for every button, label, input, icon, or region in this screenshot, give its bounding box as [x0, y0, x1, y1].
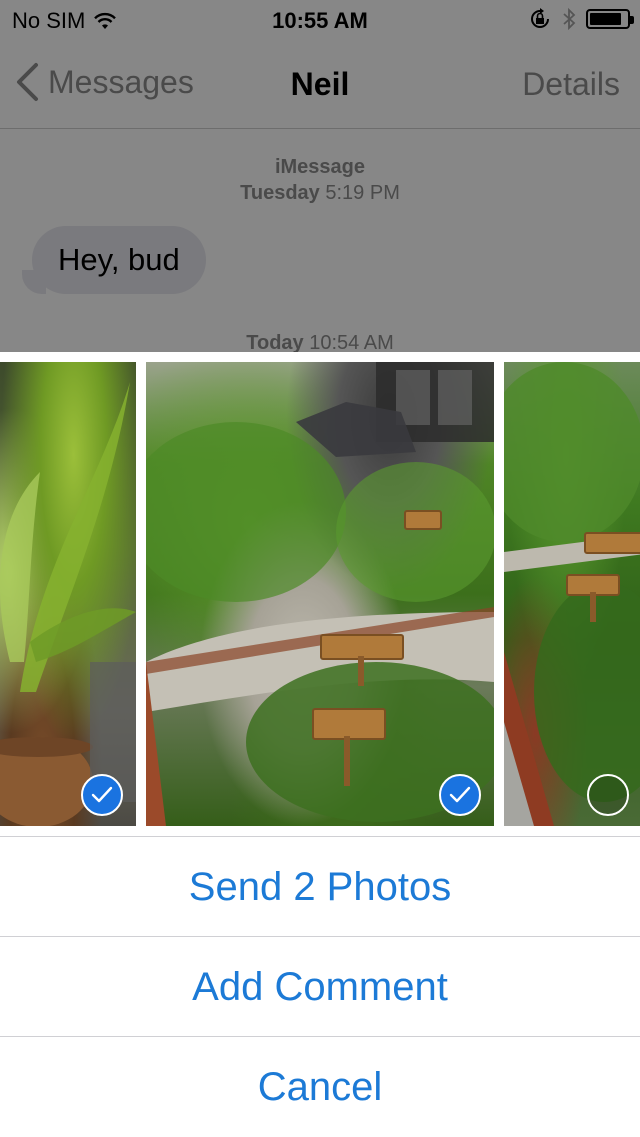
battery-tip: [630, 16, 634, 24]
add-comment-button[interactable]: Add Comment: [0, 936, 640, 1037]
timestamp-time: 10:54 AM: [309, 332, 394, 352]
garden-sign-post: [358, 656, 364, 686]
rotation-lock-icon: [531, 8, 549, 28]
timestamp-second: Today 10:54 AM: [0, 332, 640, 352]
details-button[interactable]: Details: [522, 66, 620, 103]
nav-bar: Messages Neil Details: [0, 40, 640, 129]
unselected-check[interactable]: [587, 774, 629, 816]
send-photos-button[interactable]: Send 2 Photos: [0, 836, 640, 937]
photo-strip[interactable]: [0, 352, 640, 836]
selected-check[interactable]: [439, 774, 481, 816]
plant-leaves-art: [0, 382, 136, 826]
battery-level: [590, 13, 621, 25]
garden-sign-post: [590, 592, 596, 622]
garden-art: [146, 362, 494, 826]
status-icons: [528, 7, 634, 31]
garden-sign: [404, 510, 442, 530]
status-bar: No SIM 10:55 AM: [0, 0, 640, 40]
timestamp-time: 5:19 PM: [325, 182, 400, 204]
timestamp-day: Tuesday: [240, 182, 320, 204]
photo-garden-side[interactable]: [504, 362, 640, 826]
checkmark-icon: [91, 786, 113, 803]
garden-sign-post: [344, 736, 350, 786]
timestamp-day: Today: [246, 332, 304, 352]
cancel-button[interactable]: Cancel: [0, 1036, 640, 1137]
battery-icon: [586, 9, 634, 29]
photo-plant[interactable]: [0, 362, 136, 826]
bluetooth-icon: [563, 7, 576, 31]
service-label: iMessage: [274, 156, 366, 178]
message-bubble[interactable]: Hey, bud: [32, 226, 206, 294]
garden-sign: [584, 532, 640, 554]
timestamp-first: Tuesday 5:19 PM: [0, 182, 640, 205]
photo-garden[interactable]: [146, 362, 494, 826]
checkmark-icon: [449, 786, 471, 803]
conversation-dimmed: No SIM 10:55 AM Messages Neil Details iM…: [0, 0, 640, 352]
selected-check[interactable]: [81, 774, 123, 816]
